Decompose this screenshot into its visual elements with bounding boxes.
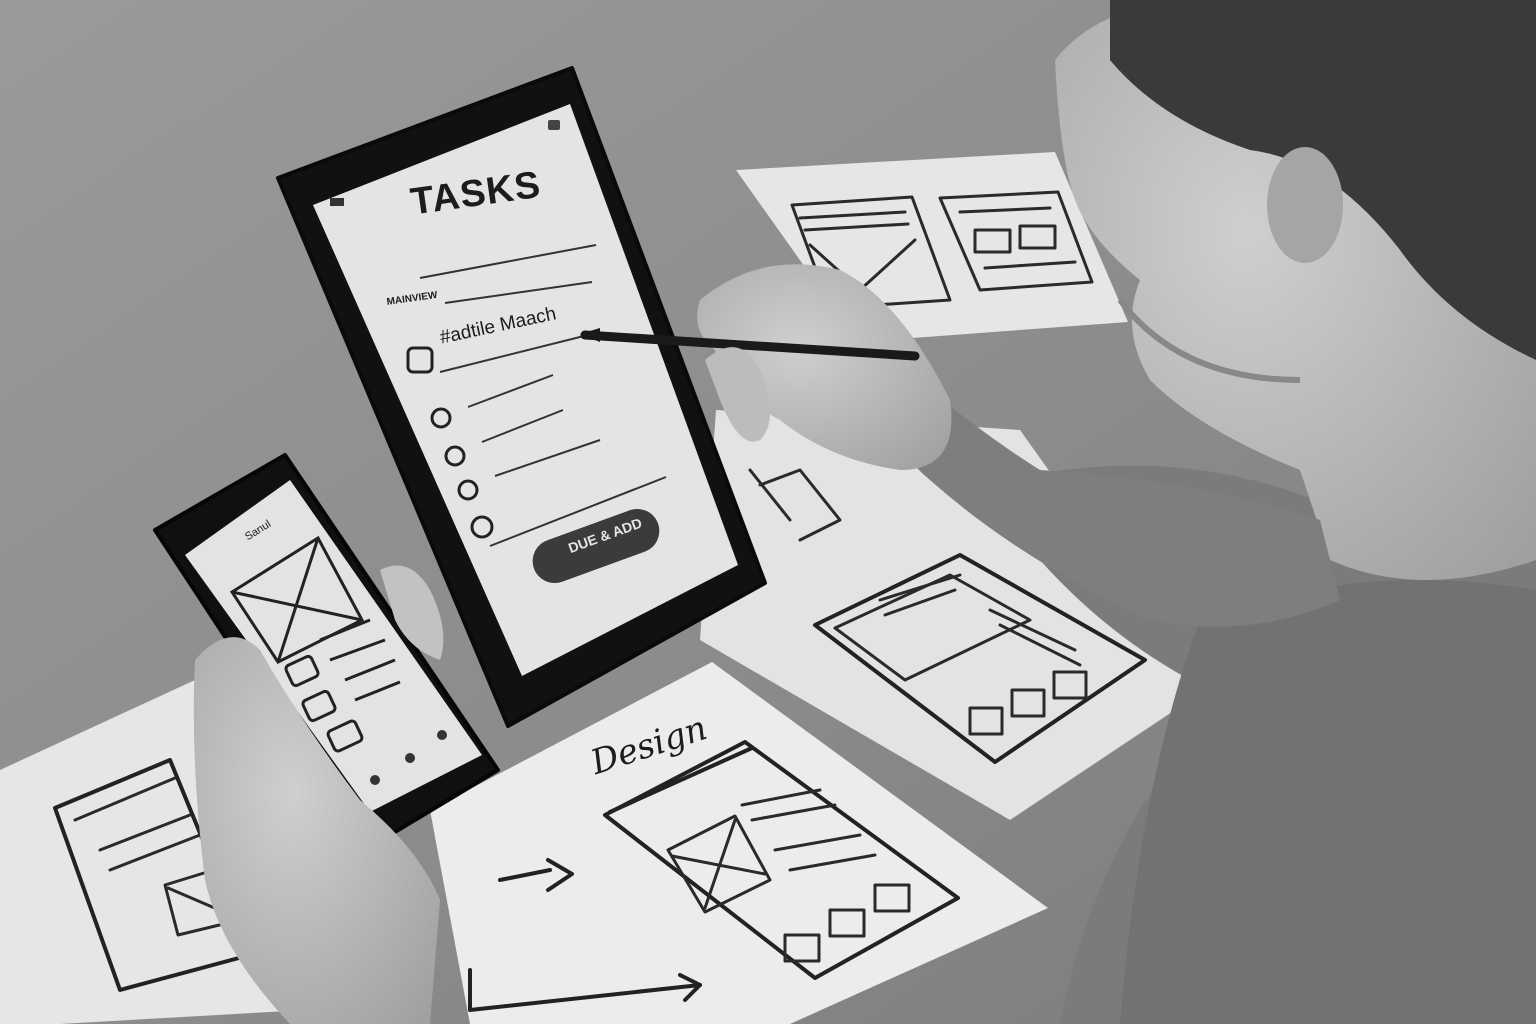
battery-icon <box>548 120 560 130</box>
scene-drawing <box>0 0 1536 1024</box>
status-icon <box>330 198 344 206</box>
photo-scene: TASKS MAINVIEW #adtile Maach DUE & ADD S… <box>0 0 1536 1024</box>
